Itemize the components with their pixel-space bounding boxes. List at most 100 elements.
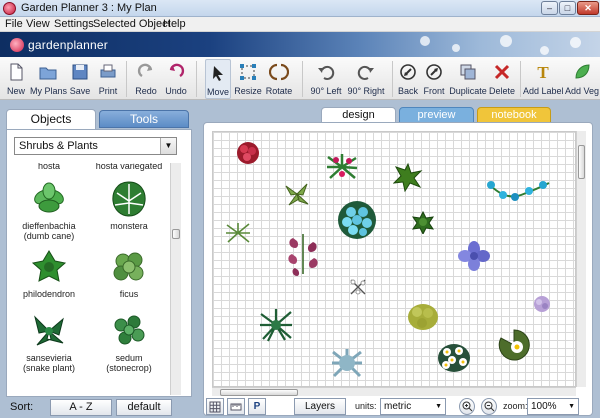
toolbar-separator — [520, 61, 521, 97]
zoom-in-button[interactable] — [459, 398, 475, 415]
canvas-plant-green-star[interactable] — [393, 162, 423, 192]
tab-objects[interactable]: Objects — [6, 109, 96, 129]
plant-item-ficus[interactable]: ficus — [89, 247, 167, 299]
plant-item-dieffenbachia[interactable]: dieffenbachia (dumb cane) — [9, 179, 89, 241]
plant-item-sedum[interactable]: sedum (stonecrop) — [89, 311, 167, 373]
menu-view[interactable]: View — [26, 18, 50, 30]
undo-button[interactable]: Undo — [162, 59, 190, 99]
minimize-button[interactable]: – — [541, 1, 558, 15]
canvas-plant-spiky-red[interactable] — [325, 152, 359, 182]
canvas-horizontal-scrollbar[interactable] — [212, 387, 576, 396]
canvas-plant-blue-flower-row[interactable] — [485, 177, 551, 205]
tab-notebook[interactable]: notebook — [477, 107, 551, 123]
print-button[interactable]: Print — [94, 59, 122, 99]
toolbar-separator — [392, 61, 393, 97]
move-button[interactable]: Move — [205, 59, 231, 99]
category-dropdown[interactable]: Shrubs & Plants ▼ — [14, 137, 177, 155]
units-select[interactable]: metric ▼ — [380, 398, 446, 415]
send-back-button[interactable]: Back — [396, 59, 420, 99]
add-label-button[interactable]: T Add Label — [523, 59, 564, 99]
plant-item-sansevieria[interactable]: sansevieria (snake plant) — [9, 311, 89, 373]
canvas-horizontal-scroll-thumb[interactable] — [220, 389, 298, 396]
print-label: Print — [98, 86, 118, 96]
plant-item-monstera[interactable]: monstera — [89, 179, 167, 231]
canvas-plant-grass[interactable] — [225, 222, 251, 244]
plant-list-scrollbar[interactable] — [170, 163, 181, 395]
canvas-plant-water-lily[interactable] — [497, 328, 531, 362]
plant-label: monstera — [110, 221, 148, 231]
zoom-select[interactable]: 100% ▼ — [527, 398, 579, 415]
menu-selected-object[interactable]: Selected Object — [93, 18, 171, 30]
close-button[interactable]: ✕ — [577, 1, 599, 15]
design-canvas-panel: P Layers units: metric ▼ zoom: 100% ▼ — [203, 122, 593, 416]
redo-button[interactable]: Redo — [132, 59, 160, 99]
rotate-button[interactable]: Rotate — [264, 59, 294, 99]
canvas-plant-purple-petals[interactable] — [457, 240, 491, 272]
plant-list-scroll-thumb[interactable] — [172, 229, 180, 239]
add-veg-label: Add Veg — [565, 86, 600, 96]
new-button[interactable]: New — [4, 59, 28, 99]
add-label-label: Add Label — [523, 86, 564, 96]
plant-label: dieffenbachia (dumb cane) — [22, 221, 76, 241]
duplicate-button[interactable]: Duplicate — [449, 59, 487, 99]
plant-item-hosta[interactable]: hosta — [9, 163, 89, 171]
plant-item-hosta-variegated[interactable]: hosta variegated — [89, 163, 167, 171]
plan-toggle-button[interactable]: P — [248, 398, 266, 415]
garden-grid-canvas[interactable] — [212, 131, 576, 387]
menu-file[interactable]: File — [5, 18, 23, 30]
front-label: Front — [423, 86, 445, 96]
back-label: Back — [397, 86, 418, 96]
plant-label: hosta variegated — [95, 163, 163, 171]
tab-tools[interactable]: Tools — [99, 110, 189, 128]
canvas-plant-white-daisies[interactable] — [437, 342, 471, 374]
ruler-toggle-button[interactable] — [227, 398, 245, 415]
grid-toggle-button[interactable] — [206, 398, 224, 415]
canvas-plant-tiny-white[interactable] — [349, 278, 367, 296]
canvas-plant-blue-circles[interactable] — [337, 200, 377, 240]
duplicate-label: Duplicate — [449, 86, 487, 96]
plant-item-philodendron[interactable]: philodendron — [9, 247, 89, 299]
canvas-plant-blue-grey[interactable] — [331, 348, 363, 378]
canvas-plant-dark-green-spiky[interactable] — [259, 308, 293, 342]
sansevieria-plant-icon — [34, 315, 64, 346]
tab-preview[interactable]: preview — [399, 107, 474, 123]
menu-bar: File View Settings Selected Object Help — [0, 17, 600, 32]
rotate-90-right-button[interactable]: 90° Right — [346, 59, 386, 99]
rotate-90-left-button[interactable]: 90° Left — [309, 59, 343, 99]
chevron-down-icon[interactable]: ▼ — [160, 138, 176, 154]
cursor-arrow-icon — [213, 66, 223, 81]
menu-help[interactable]: Help — [163, 18, 186, 30]
rotate-90-left-label: 90° Left — [310, 86, 342, 96]
resize-button[interactable]: Resize — [233, 59, 263, 99]
ficus-plant-icon — [113, 252, 144, 281]
canvas-bottom-bar: P Layers units: metric ▼ zoom: 100% ▼ — [204, 397, 592, 416]
objects-panel: Objects Tools Shrubs & Plants ▼ hosta ho… — [6, 109, 192, 417]
add-veg-button[interactable]: Add Veg — [565, 59, 599, 99]
canvas-plant-small-green[interactable] — [411, 210, 435, 234]
delete-button[interactable]: Delete — [488, 59, 516, 99]
bring-front-button[interactable]: Front — [422, 59, 446, 99]
canvas-plant-red-flower[interactable] — [235, 140, 261, 166]
maximize-button[interactable]: □ — [559, 1, 576, 15]
canvas-vertical-scroll-thumb[interactable] — [578, 145, 585, 179]
canvas-plant-purple-heart[interactable] — [285, 230, 321, 278]
layers-button[interactable]: Layers — [294, 398, 346, 415]
plant-label: sedum (stonecrop) — [106, 353, 152, 373]
canvas-plant-lilac[interactable] — [531, 294, 553, 314]
new-document-icon — [10, 63, 23, 81]
banner-logo-text: gardenplanner — [28, 38, 108, 52]
canvas-plant-light-green[interactable] — [283, 180, 311, 208]
sort-az-button[interactable]: A - Z — [50, 399, 112, 416]
sort-default-button[interactable]: default — [116, 399, 172, 416]
zoom-out-button[interactable] — [481, 398, 497, 415]
tab-design[interactable]: design — [321, 107, 396, 123]
canvas-plant-olive-bush[interactable] — [407, 302, 439, 332]
menu-settings[interactable]: Settings — [54, 18, 94, 30]
save-button[interactable]: Save — [68, 59, 92, 99]
canvas-vertical-scrollbar[interactable] — [576, 131, 586, 387]
my-plans-button[interactable]: My Plans — [30, 59, 67, 99]
category-value: Shrubs & Plants — [19, 140, 98, 152]
units-label: units: — [355, 401, 377, 411]
monstera-plant-icon — [112, 181, 146, 217]
new-label: New — [6, 86, 25, 96]
